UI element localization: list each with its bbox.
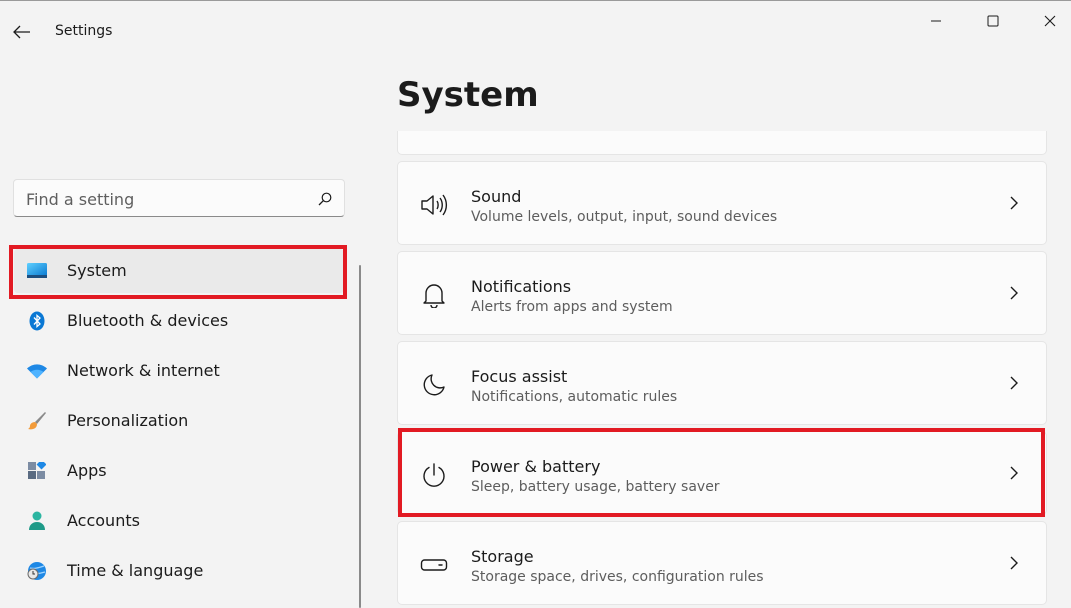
page-title: System xyxy=(397,75,539,115)
settings-card-sound[interactable]: Sound Volume levels, output, input, soun… xyxy=(397,161,1047,245)
minimize-icon xyxy=(931,20,941,22)
maximize-button[interactable] xyxy=(970,8,1016,34)
card-title: Notifications xyxy=(471,277,572,296)
bell-icon xyxy=(420,281,448,309)
back-arrow-icon xyxy=(13,25,30,39)
card-subtitle: Storage space, drives, configuration rul… xyxy=(471,569,764,585)
card-title: Sound xyxy=(471,187,522,206)
maximize-icon xyxy=(987,15,999,27)
window-title: Settings xyxy=(55,23,113,39)
back-button[interactable] xyxy=(10,20,34,44)
window-top-border xyxy=(0,0,1071,1)
close-icon xyxy=(1044,15,1056,27)
settings-card-notifications[interactable]: Notifications Alerts from apps and syste… xyxy=(397,251,1047,335)
speaker-icon xyxy=(420,191,448,219)
card-title: Storage xyxy=(471,547,534,566)
card-subtitle: Alerts from apps and system xyxy=(471,299,673,315)
card-subtitle: Volume levels, output, input, sound devi… xyxy=(471,209,778,225)
chevron-right-icon xyxy=(1009,555,1019,575)
chevron-right-icon xyxy=(1009,195,1019,215)
settings-card-focus-assist[interactable]: Focus assist Notifications, automatic ru… xyxy=(397,341,1047,425)
chevron-right-icon xyxy=(1009,285,1019,305)
minimize-button[interactable] xyxy=(913,8,959,34)
close-button[interactable] xyxy=(1027,8,1071,34)
settings-list: Sound Volume levels, output, input, soun… xyxy=(0,131,1071,608)
settings-card-storage[interactable]: Storage Storage space, drives, configura… xyxy=(397,521,1047,605)
settings-card-partial[interactable] xyxy=(397,131,1047,155)
card-title: Focus assist xyxy=(471,367,568,386)
power-battery-highlight-box xyxy=(398,428,1045,517)
chevron-right-icon xyxy=(1009,375,1019,395)
storage-icon xyxy=(420,551,448,579)
moon-icon xyxy=(420,371,448,399)
card-subtitle: Notifications, automatic rules xyxy=(471,389,678,405)
